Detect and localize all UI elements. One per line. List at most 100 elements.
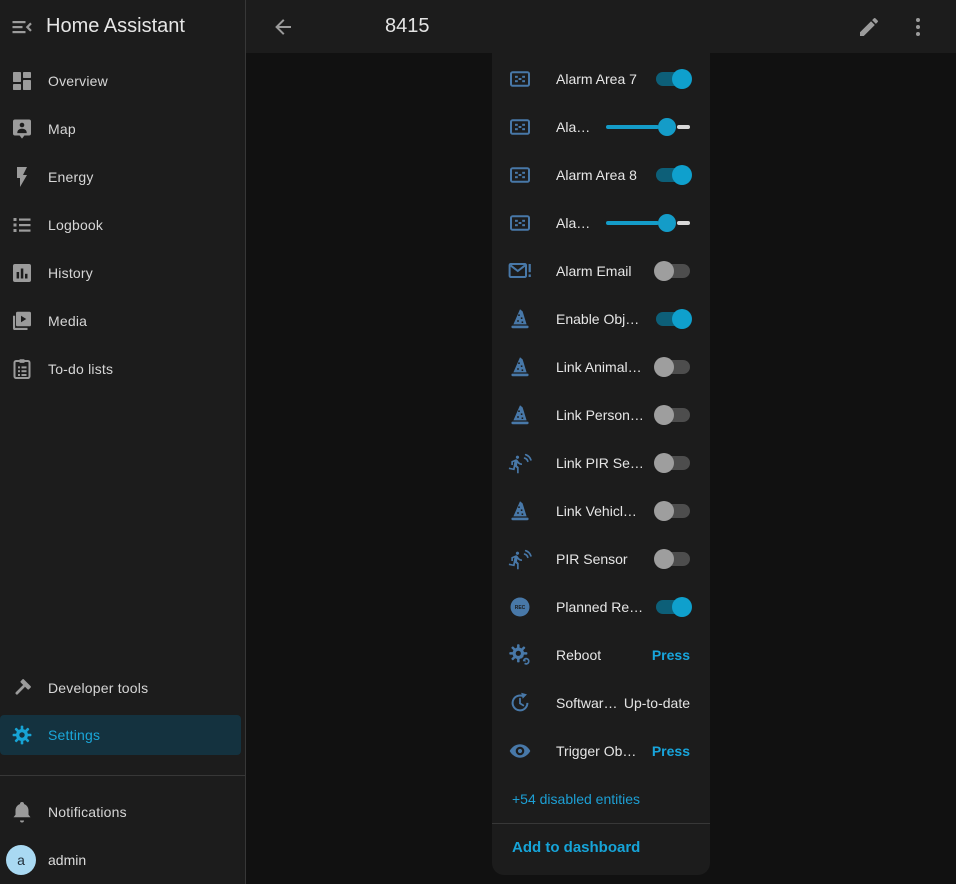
eye-icon xyxy=(508,739,532,763)
toggle-thumb xyxy=(654,405,674,425)
record-rec-icon xyxy=(508,595,532,619)
sidebar-item-label: Settings xyxy=(48,727,100,743)
entity-row[interactable]: Ala… xyxy=(492,103,710,151)
notifications-label: Notifications xyxy=(48,804,127,820)
press-button[interactable]: Press xyxy=(652,743,690,759)
sidebar-item-map[interactable]: Map xyxy=(0,105,245,153)
entity-row[interactable]: Alarm Email xyxy=(492,247,710,295)
sidebar-item-label: Overview xyxy=(48,73,108,89)
entity-row[interactable]: Reboot Press xyxy=(492,631,710,679)
entity-row[interactable]: Link Vehicl… xyxy=(492,487,710,535)
sidebar-item-energy[interactable]: Energy xyxy=(0,153,245,201)
entity-toggle[interactable] xyxy=(656,456,690,470)
content-area: Alarm Area 7 Ala… Alarm Area 8 Ala… Alar… xyxy=(246,53,956,884)
sidebar-item-label: Map xyxy=(48,121,76,137)
wizard-hat-icon xyxy=(508,307,532,331)
slider-fill xyxy=(606,221,659,225)
slider-knob[interactable] xyxy=(658,214,676,232)
motion-sensor-icon xyxy=(508,547,532,571)
entity-row[interactable]: Planned Re… xyxy=(492,583,710,631)
entity-slider[interactable] xyxy=(606,214,690,232)
entity-slider[interactable] xyxy=(606,118,690,136)
entity-toggle[interactable] xyxy=(656,264,690,278)
update-icon xyxy=(508,691,532,715)
sidebar-item-to-do-lists[interactable]: To-do lists xyxy=(0,345,245,393)
slider-knob[interactable] xyxy=(658,118,676,136)
card-footer: Add to dashboard xyxy=(492,823,710,871)
chart-box-icon xyxy=(10,261,34,285)
entity-toggle[interactable] xyxy=(656,504,690,518)
texture-box-icon xyxy=(508,163,532,187)
wizard-hat-icon xyxy=(508,355,532,379)
pencil-icon xyxy=(857,15,881,39)
entity-row[interactable]: Link PIR Se… xyxy=(492,439,710,487)
entity-name: Enable Obj… xyxy=(556,311,639,327)
back-button[interactable] xyxy=(271,15,295,39)
sidebar-item-label: Energy xyxy=(48,169,94,185)
entity-row[interactable]: Link Person… xyxy=(492,391,710,439)
dots-vertical-icon xyxy=(906,15,930,39)
sidebar-bottom: Developer tools Settings Notifications a… xyxy=(0,668,245,884)
entity-toggle[interactable] xyxy=(656,600,690,614)
edit-button[interactable] xyxy=(857,15,881,39)
sidebar-item-overview[interactable]: Overview xyxy=(0,57,245,105)
sidebar: Home Assistant Overview Map Energy Logbo… xyxy=(0,0,246,884)
entity-state-text: Up-to-date xyxy=(624,695,690,711)
texture-box-icon xyxy=(508,67,532,91)
page-title: 8415 xyxy=(385,15,430,38)
sidebar-item-label: Logbook xyxy=(48,217,103,233)
sidebar-item-logbook[interactable]: Logbook xyxy=(0,201,245,249)
sidebar-item-label: Media xyxy=(48,313,87,329)
sidebar-item-developer-tools[interactable]: Developer tools xyxy=(0,668,245,708)
entity-toggle[interactable] xyxy=(656,408,690,422)
entity-name: Planned Re… xyxy=(556,599,643,615)
entity-row[interactable]: Alarm Area 7 xyxy=(492,55,710,103)
entity-toggle[interactable] xyxy=(656,168,690,182)
list-bulleted-icon xyxy=(10,213,34,237)
overflow-menu-button[interactable] xyxy=(906,15,930,39)
entity-name: Alarm Area 8 xyxy=(556,167,637,183)
toggle-thumb xyxy=(654,549,674,569)
entity-row[interactable]: Link Animal… xyxy=(492,343,710,391)
entity-row[interactable]: Enable Obj… xyxy=(492,295,710,343)
entity-row[interactable]: Alarm Area 8 xyxy=(492,151,710,199)
home-assistant-app: Home Assistant Overview Map Energy Logbo… xyxy=(0,0,956,884)
entity-row[interactable]: Trigger Ob… Press xyxy=(492,727,710,775)
sidebar-item-label: Developer tools xyxy=(48,680,148,696)
sidebar-header: Home Assistant xyxy=(0,0,245,53)
texture-box-icon xyxy=(508,115,532,139)
user-name: admin xyxy=(48,852,86,868)
main-area: 8415 Alarm Area 7 Ala… Alarm Area 8 Ala…… xyxy=(246,0,956,884)
app-title: Home Assistant xyxy=(46,15,185,38)
entity-toggle[interactable] xyxy=(656,552,690,566)
sidebar-item-notifications[interactable]: Notifications xyxy=(0,792,245,832)
sidebar-item-settings[interactable]: Settings xyxy=(0,715,241,755)
entity-name: Ala… xyxy=(556,119,590,135)
entity-toggle[interactable] xyxy=(656,72,690,86)
disabled-entities-link[interactable]: +54 disabled entities xyxy=(492,775,710,823)
avatar: a xyxy=(6,845,36,875)
entity-toggle[interactable] xyxy=(656,312,690,326)
sidebar-item-profile[interactable]: a admin xyxy=(0,836,245,884)
add-to-dashboard-button[interactable]: Add to dashboard xyxy=(512,839,640,856)
entity-toggle[interactable] xyxy=(656,360,690,374)
entity-name: Link Person… xyxy=(556,407,644,423)
lightning-bolt-icon xyxy=(10,165,34,189)
entity-name: Link PIR Se… xyxy=(556,455,644,471)
press-button[interactable]: Press xyxy=(652,647,690,663)
entity-row[interactable]: Softwar… Up-to-date xyxy=(492,679,710,727)
sidebar-item-history[interactable]: History xyxy=(0,249,245,297)
sidebar-nav: Overview Map Energy Logbook History Medi… xyxy=(0,53,245,393)
cog-icon xyxy=(10,723,34,747)
view-dashboard-icon xyxy=(10,69,34,93)
toggle-thumb xyxy=(654,501,674,521)
entity-row[interactable]: PIR Sensor xyxy=(492,535,710,583)
texture-box-icon xyxy=(508,211,532,235)
entity-name: Link Animal… xyxy=(556,359,642,375)
sidebar-item-label: History xyxy=(48,265,93,281)
toggle-thumb xyxy=(672,69,692,89)
sidebar-toggle-button[interactable] xyxy=(10,15,34,39)
sidebar-item-media[interactable]: Media xyxy=(0,297,245,345)
entity-row[interactable]: Ala… xyxy=(492,199,710,247)
clipboard-list-icon xyxy=(10,357,34,381)
